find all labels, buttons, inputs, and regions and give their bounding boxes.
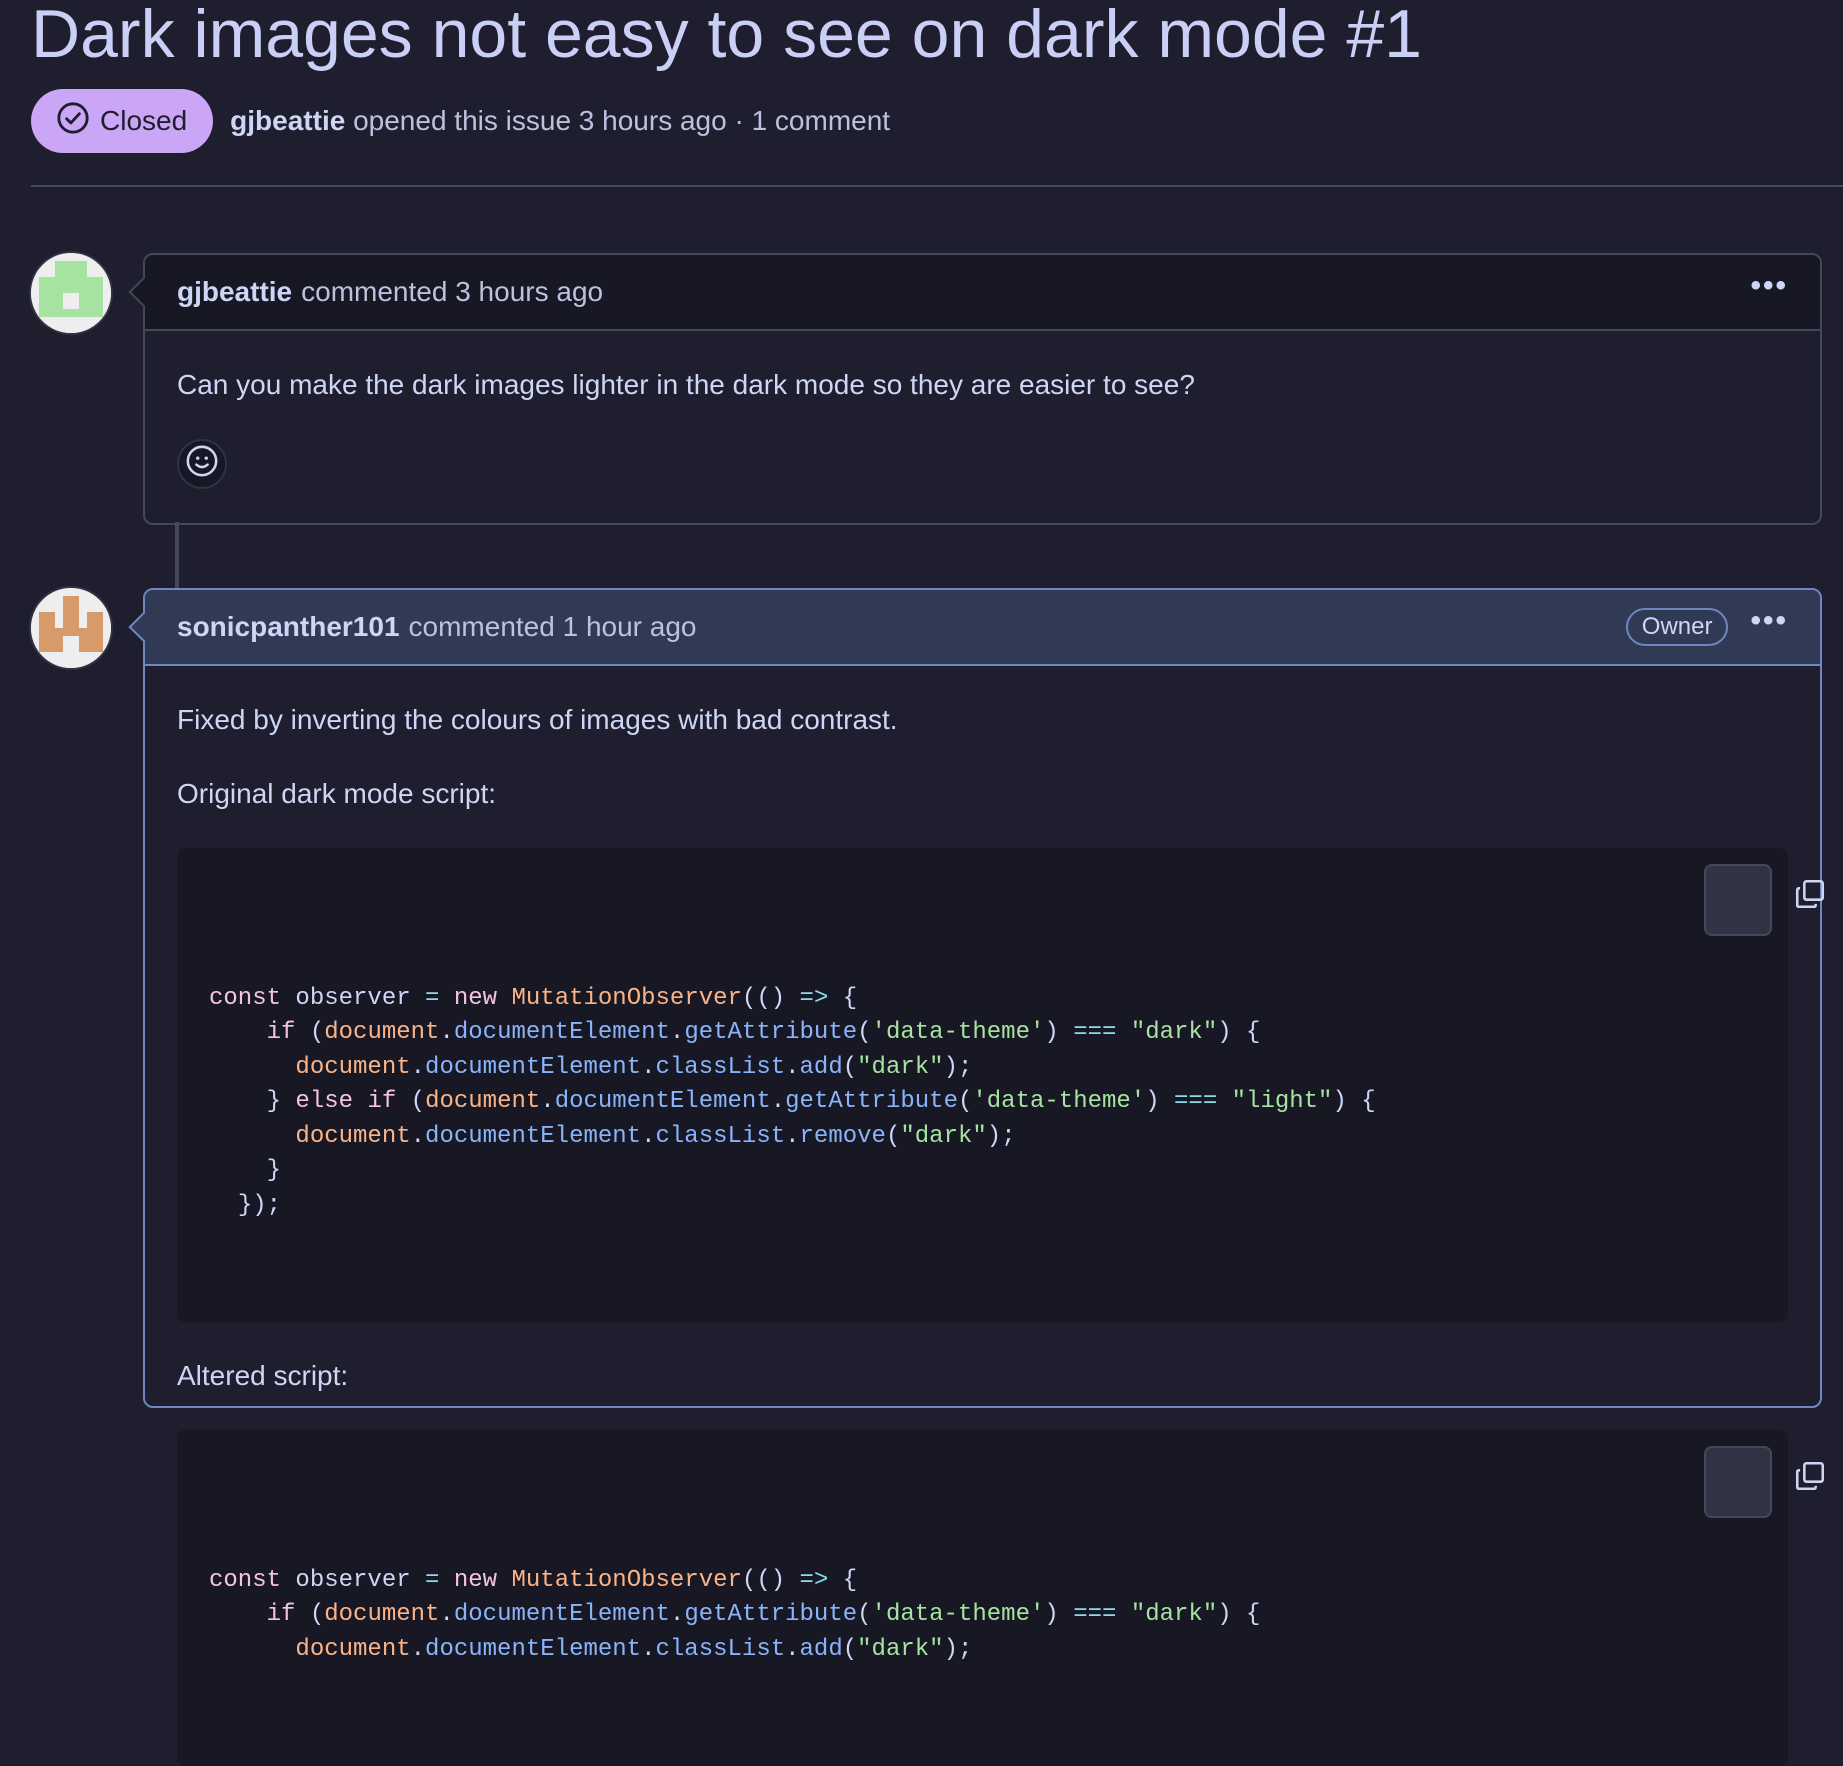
code-line: const observer = new MutationObserver(()… [209,1566,858,1594]
code-line: }); [237,1191,282,1219]
code-line: const observer = new MutationObserver(()… [209,984,858,1012]
code-lines: const observer = new MutationObserver(()… [209,982,1756,1224]
copy-icon [1649,842,1827,958]
state-badge: Closed [31,89,214,153]
timeline-connector [175,522,179,589]
code-line: document.documentElement.classList.remov… [295,1122,1016,1150]
code-line: if (document.documentElement.getAttribut… [266,1019,1261,1046]
code-block-original: const observer = new MutationObserver(()… [177,848,1825,1322]
comment-caret [128,276,160,308]
kebab-icon[interactable]: ••• [1750,271,1788,301]
copy-icon [1649,1424,1827,1540]
comment-paragraph: Fixed by inverting the colours of images… [177,704,898,735]
add-reaction-button[interactable] [177,439,227,489]
copy-button[interactable] [1704,1446,1825,1518]
comment-caret [128,611,160,643]
comment-author-link[interactable]: gjbeattie [177,276,292,308]
comment-body: Fixed by inverting the colours of images… [145,666,1825,1766]
copy-button[interactable] [1704,864,1825,936]
issue-meta-text: opened this issue 3 hours ago · 1 commen… [353,105,891,136]
code-line: if (document.documentElement.getAttribut… [266,1601,1261,1628]
comment-time[interactable]: commented 1 hour ago [409,611,697,643]
comment-header: gjbeattie commented 3 hours ago ••• [128,255,1820,331]
kebab-icon[interactable]: ••• [1750,606,1788,636]
header-divider [31,185,1843,187]
comment-header: sonicpanther101 commented 1 hour ago Own… [128,590,1820,666]
issue-title: Dark images not easy to see on dark mode… [31,0,1422,72]
code-line: document.documentElement.classList.add("… [295,1053,973,1081]
code-line: document.documentElement.classList.add("… [295,1635,973,1663]
code-line: } [266,1157,282,1184]
comment-1: gjbeattie commented 3 hours ago ••• Can … [128,253,1822,525]
comment-2: sonicpanther101 commented 1 hour ago Own… [128,588,1825,1766]
comment-author-link[interactable]: sonicpanther101 [177,611,400,643]
comment-paragraph: Original dark mode script: [177,778,497,809]
code-lines: const observer = new MutationObserver(()… [209,1564,1756,1668]
smiley-icon [185,444,219,485]
comment-paragraph: Altered script: [177,1360,349,1391]
comment-time[interactable]: commented 3 hours ago [301,276,603,308]
avatar-sonicpanther101[interactable] [31,588,111,668]
issue-author-link[interactable]: gjbeattie [230,105,345,136]
code-block-altered: const observer = new MutationObserver(()… [177,1430,1825,1766]
state-label: Closed [100,105,188,136]
comment-body: Can you make the dark images lighter in … [145,331,1820,489]
comment-text: Can you make the dark images lighter in … [177,369,1195,400]
check-circle-icon [56,101,90,142]
avatar-gjbeattie[interactable] [31,253,111,333]
code-line: } else if (document.documentElement.getA… [266,1088,1376,1115]
issue-meta: Closed gjbeattie opened this issue 3 hou… [31,89,890,153]
owner-badge: Owner [1625,608,1729,646]
